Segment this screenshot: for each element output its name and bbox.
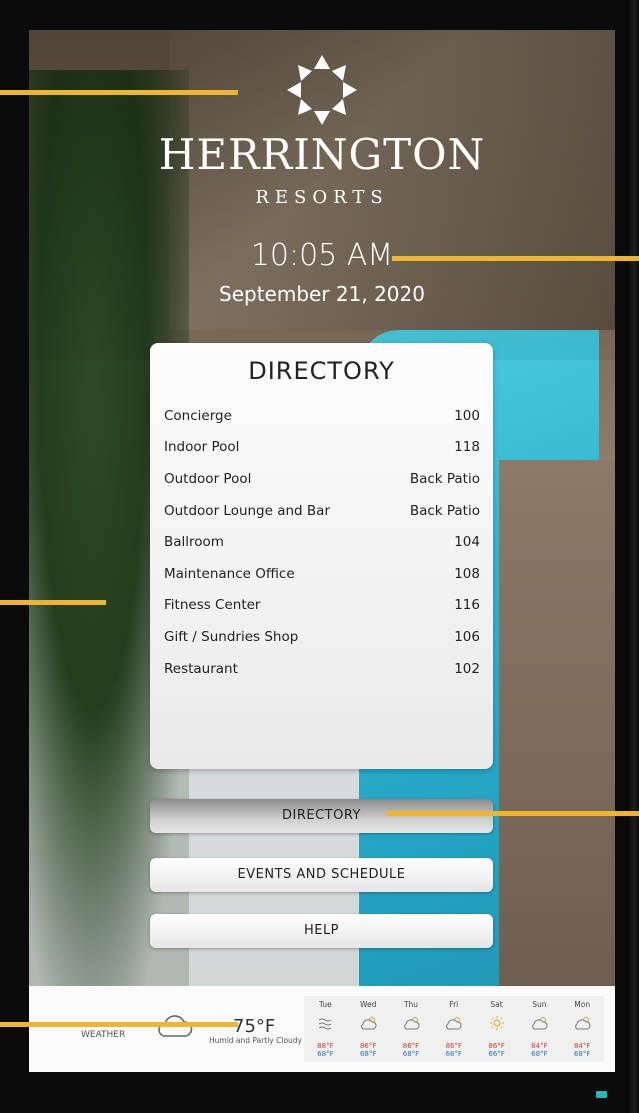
- wind-icon: [318, 1018, 332, 1030]
- partly-cloudy-icon: [403, 1017, 420, 1030]
- forecast-high: 84°F: [573, 1042, 591, 1050]
- forecast-day: Sun 84°F 68°F: [518, 996, 561, 1062]
- forecast-high: 86°F: [488, 1042, 505, 1050]
- bezel-edge: [627, 0, 639, 1113]
- partly-cloudy-icon: [532, 1017, 548, 1030]
- directory-entry-name: Indoor Pool: [164, 439, 240, 456]
- current-temperature: 75°F: [233, 1016, 276, 1037]
- background-deck: [499, 460, 615, 1040]
- directory-button[interactable]: DIRECTORY: [150, 799, 493, 833]
- current-conditions: Humid and Partly Cloudy: [209, 1036, 302, 1045]
- directory-list: Concierge 100 Indoor Pool 118 Outdoor Pool…: [164, 400, 480, 684]
- forecast-day: Tue 88°F 68°F: [304, 996, 347, 1062]
- directory-entry-location: 104: [454, 534, 480, 551]
- directory-entry-location: 118: [454, 439, 480, 456]
- directory-row[interactable]: Outdoor Pool Back Patio: [164, 463, 480, 495]
- directory-row[interactable]: Restaurant 102: [164, 653, 480, 685]
- power-led: [596, 1091, 607, 1098]
- forecast-day-name: Mon: [574, 1000, 591, 1009]
- directory-row[interactable]: Indoor Pool 118: [164, 432, 480, 464]
- callout-line-logo: [0, 90, 238, 95]
- forecast-low: 68°F: [531, 1050, 548, 1058]
- directory-row[interactable]: Outdoor Lounge and Bar Back Patio: [164, 495, 480, 527]
- directory-row[interactable]: Concierge 100: [164, 400, 480, 432]
- directory-row[interactable]: Gift / Sundries Shop 106: [164, 621, 480, 653]
- directory-row[interactable]: Maintenance Office 108: [164, 558, 480, 590]
- forecast-day-name: Tue: [318, 1000, 332, 1009]
- directory-entry-name: Restaurant: [164, 660, 238, 677]
- forecast-day: Mon 84°F 68°F: [561, 996, 604, 1062]
- forecast-high: 86°F: [359, 1042, 377, 1050]
- kiosk-screen: HERRINGTON RESORTS 10:05 AM September 21…: [29, 30, 615, 1072]
- callout-line-clock: [392, 256, 639, 261]
- directory-entry-location: 108: [454, 565, 480, 582]
- directory-entry-location: 116: [454, 597, 480, 614]
- directory-title: DIRECTORY: [248, 357, 395, 385]
- directory-entry-location: Back Patio: [409, 470, 480, 487]
- directory-entry-name: Outdoor Pool: [164, 470, 252, 487]
- directory-entry-location: Back Patio: [409, 502, 480, 519]
- partly-cloudy-icon: [361, 1017, 377, 1030]
- forecast-low: 66°F: [445, 1050, 462, 1058]
- brand-subtitle: RESORTS: [255, 187, 389, 208]
- help-button[interactable]: HELP: [150, 914, 493, 948]
- forecast-day: Fri 86°F 66°F: [432, 996, 475, 1062]
- forecast-low: 68°F: [402, 1050, 420, 1058]
- forecast-high: 84°F: [531, 1042, 548, 1050]
- forecast-day: Thu 86°F 68°F: [390, 996, 433, 1062]
- directory-row[interactable]: Fitness Center 116: [164, 590, 480, 622]
- directory-row[interactable]: Ballroom 104: [164, 526, 480, 558]
- weather-label: WEATHER: [81, 1030, 126, 1040]
- forecast-high: 88°F: [317, 1042, 334, 1050]
- directory-entry-location: 100: [454, 407, 480, 424]
- forecast-day: Wed 86°F 68°F: [347, 996, 390, 1062]
- forecast-day: Sat 86°F 66°F: [475, 996, 518, 1062]
- callout-line-weather: [0, 1022, 238, 1027]
- events-schedule-button[interactable]: EVENTS AND SCHEDULE: [150, 858, 493, 892]
- directory-entry-location: 102: [454, 660, 480, 677]
- directory-panel: DIRECTORY Concierge 100 Indoor Pool 118 Ou…: [150, 343, 493, 769]
- resort-logo-icon: [287, 55, 357, 125]
- forecast-day-name: Sat: [490, 1000, 503, 1009]
- weather-bar: WEATHER 75°F Humid and Partly Cloudy Tue…: [29, 986, 615, 1072]
- forecast-day-name: Thu: [403, 1000, 419, 1009]
- forecast-high: 86°F: [402, 1042, 420, 1050]
- forecast-day-name: Wed: [360, 1000, 377, 1009]
- forecast-day-name: Fri: [449, 1000, 459, 1009]
- forecast-high: 86°F: [445, 1042, 462, 1050]
- directory-entry-name: Maintenance Office: [164, 565, 295, 582]
- directory-entry-name: Outdoor Lounge and Bar: [164, 502, 331, 519]
- directory-entry-name: Ballroom: [164, 534, 224, 551]
- callout-line-navigation: [386, 811, 639, 816]
- directory-entry-name: Concierge: [164, 407, 232, 424]
- forecast-low: 68°F: [359, 1050, 377, 1058]
- forecast-low: 66°F: [488, 1050, 505, 1058]
- brand-name: HERRINGTON: [158, 130, 486, 179]
- partly-cloudy-icon: [446, 1017, 462, 1030]
- directory-entry-name: Fitness Center: [164, 597, 261, 614]
- forecast-day-name: Sun: [532, 1000, 547, 1009]
- partly-cloudy-icon: [574, 1017, 591, 1030]
- forecast-strip: Tue 88°F 68°F Wed 86°F 68°F Thu 86°F 68°…: [304, 996, 604, 1062]
- forecast-low: 68°F: [317, 1050, 334, 1058]
- sun-icon: [490, 1016, 505, 1030]
- directory-entry-location: 106: [454, 628, 480, 645]
- clock-date: September 21, 2020: [219, 282, 425, 306]
- forecast-low: 68°F: [573, 1050, 591, 1058]
- callout-line-background: [0, 600, 106, 605]
- directory-entry-name: Gift / Sundries Shop: [164, 628, 299, 645]
